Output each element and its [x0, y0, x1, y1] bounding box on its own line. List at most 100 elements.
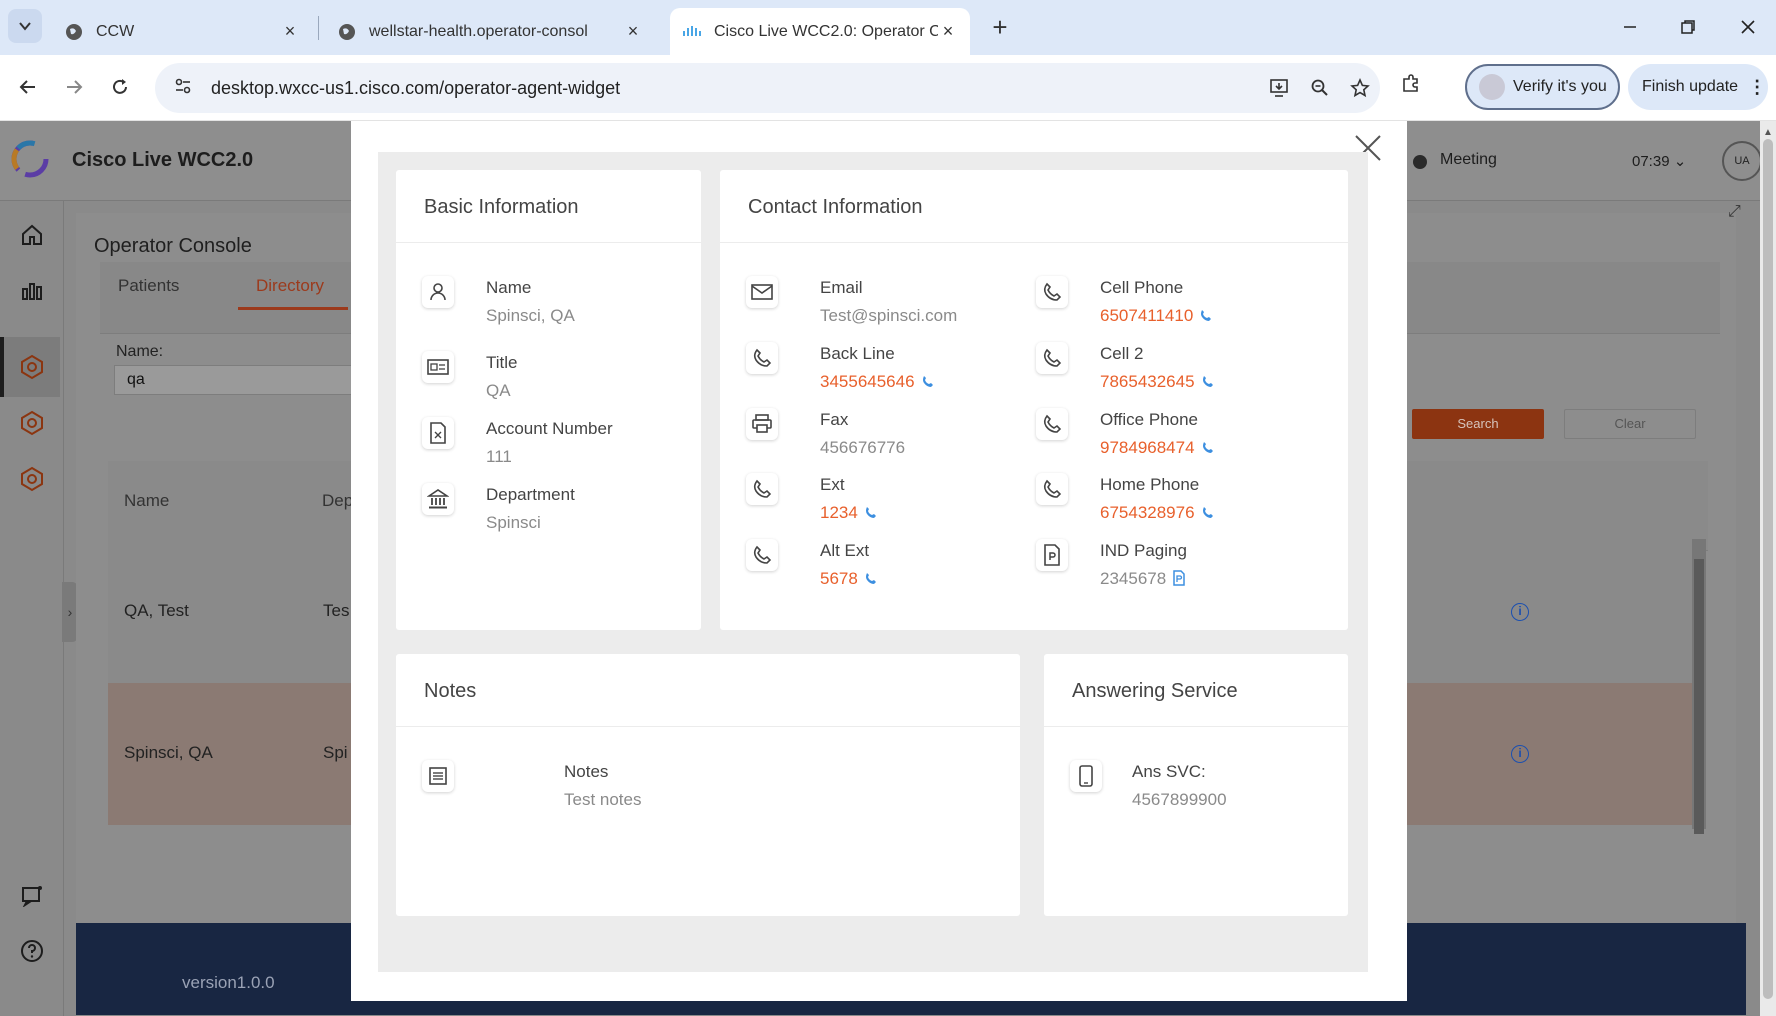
search-button[interactable]: Search [1412, 409, 1544, 439]
scroll-up-icon[interactable]: ▲ [1763, 127, 1773, 138]
call-icon[interactable] [921, 375, 935, 389]
version-label: version1.0.0 [182, 973, 275, 992]
field-label: Fax [820, 410, 849, 429]
name-search-label: Name: [116, 343, 164, 360]
globe-icon [337, 22, 357, 42]
phone-link[interactable]: 6754328976 [1100, 503, 1215, 523]
close-tab-icon[interactable]: × [623, 21, 643, 42]
row-department: Tes [323, 601, 350, 620]
extensions-icon[interactable] [1400, 73, 1422, 100]
phone-icon [746, 342, 778, 374]
notes-card: Notes Notes Test notes [396, 654, 1020, 916]
phone-link[interactable]: 1234 [820, 503, 878, 523]
tab-directory[interactable]: Directory [256, 276, 324, 296]
tab-cisco-live[interactable]: Cisco Live WCC2.0: Operator Co × [670, 8, 970, 55]
reload-icon[interactable] [102, 69, 138, 105]
verify-label: Verify it's you [1513, 78, 1607, 95]
widget-icon[interactable] [12, 347, 52, 387]
status-timer[interactable]: 07:39 ⌄ [1632, 152, 1686, 170]
column-name-header[interactable]: Name [124, 491, 169, 511]
person-icon [422, 276, 454, 308]
chevron-down-icon [19, 22, 31, 31]
tab-search-button[interactable] [8, 9, 42, 43]
webex-logo-icon [11, 140, 49, 178]
card-title: Notes [424, 680, 477, 702]
field-value: 4567899900 [1132, 790, 1227, 809]
field-label: Home Phone [1100, 475, 1200, 494]
answering-service-card: Answering Service Ans SVC: 4567899900 [1044, 654, 1348, 916]
widget-icon[interactable] [12, 459, 52, 499]
phone-icon [1036, 342, 1068, 374]
field-label: Account Number [486, 419, 613, 438]
phone-link[interactable]: 7865432645 [1100, 372, 1215, 392]
expand-icon[interactable]: ⤢ [1728, 203, 1741, 221]
divider [1044, 726, 1348, 727]
close-tab-icon[interactable]: × [938, 21, 958, 42]
widget-icon[interactable] [12, 403, 52, 443]
browser-toolbar: desktop.wxcc-us1.cisco.com/operator-agen… [0, 55, 1776, 121]
address-bar[interactable]: desktop.wxcc-us1.cisco.com/operator-agen… [155, 63, 1380, 113]
browser-tab-strip: CCW × wellstar-health.operator-consol × … [0, 0, 1776, 55]
pager-document-icon [1036, 539, 1068, 571]
finish-update-button[interactable]: Finish update ⋮ [1628, 64, 1768, 110]
page-icon[interactable] [1172, 570, 1186, 586]
row-department: Spi [323, 743, 348, 762]
table-scroll-thumb[interactable] [1694, 559, 1704, 834]
id-card-icon [422, 351, 454, 383]
phone-link[interactable]: 9784968474 [1100, 438, 1215, 458]
back-icon[interactable] [10, 69, 46, 105]
tab-title: CCW [96, 22, 135, 40]
divider [396, 242, 701, 243]
feedback-icon[interactable] [12, 875, 52, 915]
agent-status[interactable]: Meeting [1440, 151, 1497, 169]
bookmark-star-icon[interactable] [1340, 68, 1380, 108]
minimize-icon[interactable] [1610, 10, 1650, 44]
restore-icon[interactable] [1668, 10, 1708, 44]
analytics-icon[interactable] [12, 271, 52, 311]
site-settings-icon[interactable] [163, 76, 203, 101]
page-scrollbar[interactable]: ▲ [1760, 121, 1776, 1016]
home-icon[interactable] [12, 215, 52, 255]
info-icon[interactable]: i [1511, 603, 1529, 621]
tab-wellstar[interactable]: wellstar-health.operator-consol × [325, 8, 655, 55]
cisco-favicon-icon [682, 22, 702, 42]
notes-list-icon [422, 760, 454, 792]
globe-icon [64, 22, 84, 42]
field-label: Title [486, 353, 518, 372]
console-title: Operator Console [94, 235, 252, 257]
column-department-header[interactable]: Dep [322, 491, 353, 511]
phone-link[interactable]: 5678 [820, 569, 878, 589]
phone-link[interactable]: 3455645646 [820, 372, 935, 392]
call-icon[interactable] [1199, 309, 1213, 323]
page-scroll-thumb[interactable] [1763, 139, 1773, 999]
window-close-icon[interactable] [1728, 10, 1768, 44]
tab-patients[interactable]: Patients [118, 276, 179, 296]
more-menu-icon[interactable]: ⋮ [1748, 77, 1766, 98]
call-icon[interactable] [1201, 506, 1215, 520]
install-app-icon[interactable] [1260, 68, 1300, 108]
tab-ccw[interactable]: CCW × [52, 8, 312, 55]
phone-link[interactable]: 6507411410 [1100, 306, 1213, 326]
field-value: 111 [486, 447, 512, 466]
field-label: Name [486, 278, 532, 297]
call-icon[interactable] [864, 572, 878, 586]
call-icon[interactable] [1201, 441, 1215, 455]
clear-button[interactable]: Clear [1564, 409, 1696, 439]
email-value[interactable]: Test@spinsci.com [820, 306, 957, 326]
user-avatar[interactable]: UA [1722, 141, 1762, 181]
call-icon[interactable] [1201, 375, 1215, 389]
phone-icon [1036, 408, 1068, 440]
new-tab-button[interactable]: + [985, 12, 1015, 42]
document-icon [422, 417, 454, 449]
call-icon[interactable] [864, 506, 878, 520]
name-search-input[interactable]: qa [114, 365, 354, 395]
info-icon[interactable]: i [1511, 745, 1529, 763]
close-tab-icon[interactable]: × [280, 21, 300, 42]
card-title: Contact Information [748, 196, 923, 218]
help-icon[interactable] [12, 931, 52, 971]
field-label: Cell 2 [1100, 344, 1144, 363]
zoom-icon[interactable] [1300, 68, 1340, 108]
forward-icon[interactable] [56, 69, 92, 105]
url-text[interactable]: desktop.wxcc-us1.cisco.com/operator-agen… [211, 78, 1260, 99]
verify-profile-button[interactable]: Verify it's you [1465, 64, 1620, 110]
